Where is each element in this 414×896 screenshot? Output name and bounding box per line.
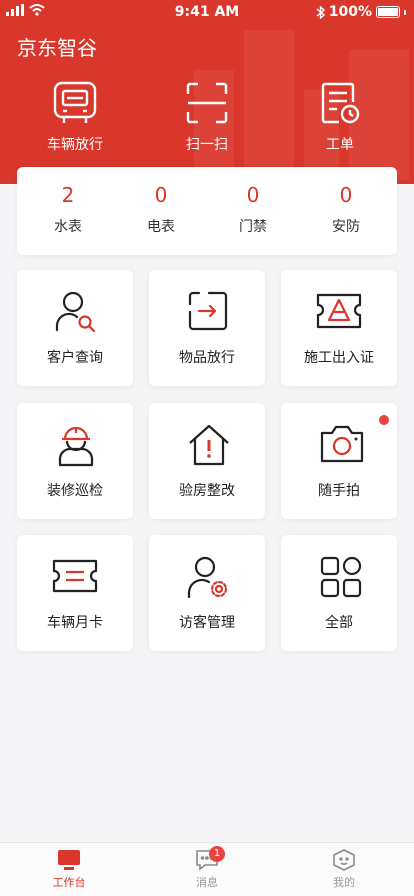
tab-label: 消息 (196, 876, 218, 889)
tile-label: 施工出入证 (304, 350, 374, 366)
vehicle-pass-icon (53, 81, 97, 123)
construction-pass-icon (316, 293, 362, 329)
tab-workbench[interactable]: 工作台 (29, 849, 109, 890)
tile-label: 车辆月卡 (47, 615, 103, 631)
tab-messages[interactable]: 1 消息 (167, 846, 247, 890)
tab-label: 工作台 (52, 876, 86, 889)
tile-customer-search[interactable]: 客户查询 (17, 270, 133, 386)
tile-label: 访客管理 (179, 615, 235, 631)
quick-action-vehicle-pass[interactable]: 车辆放行 (25, 80, 125, 154)
meter-count: 0 (339, 183, 353, 207)
meter-label: 电表 (147, 219, 175, 235)
battery-percent: 100% (328, 4, 372, 20)
meter-label: 安防 (332, 219, 360, 235)
profile-icon (333, 849, 355, 871)
tile-all[interactable]: 全部 (281, 535, 397, 651)
camera-icon (320, 425, 364, 463)
tile-visitor-manage[interactable]: 访客管理 (149, 535, 265, 651)
tab-bar: 工作台 1 消息 我的 (0, 842, 414, 896)
quick-actions: 车辆放行 扫一扫 工单 (0, 80, 414, 160)
tile-label: 物品放行 (179, 350, 235, 366)
notification-dot (379, 415, 389, 425)
message-badge: 1 (209, 846, 225, 862)
tile-construction-pass[interactable]: 施工出入证 (281, 270, 397, 386)
meter-item-access[interactable]: 0 门禁 (208, 183, 298, 236)
decoration-inspection-icon (58, 426, 94, 467)
tile-label: 验房整改 (179, 483, 235, 499)
header: 9:41 AM 100% 京东智谷 车辆放行 扫一扫 工单 (0, 0, 414, 184)
quick-action-scan[interactable]: 扫一扫 (157, 80, 257, 154)
meter-count: 0 (246, 183, 260, 207)
house-inspection-icon (189, 424, 229, 466)
tile-label: 装修巡检 (47, 483, 103, 499)
tile-house-inspection[interactable]: 验房整改 (149, 403, 265, 519)
quick-action-work-order[interactable]: 工单 (290, 80, 390, 154)
all-apps-icon (320, 556, 362, 598)
tab-label: 我的 (333, 876, 355, 889)
tile-decoration-inspection[interactable]: 装修巡检 (17, 403, 133, 519)
quick-action-label: 工单 (326, 137, 354, 153)
app-title: 京东智谷 (17, 36, 97, 60)
meter-item-electric[interactable]: 0 电表 (116, 183, 206, 236)
customer-search-icon (55, 291, 96, 332)
tile-snapshot[interactable]: 随手拍 (281, 403, 397, 519)
meter-item-water[interactable]: 2 水表 (23, 183, 113, 236)
meter-count: 0 (154, 183, 168, 207)
work-order-icon (321, 82, 360, 124)
tile-label: 全部 (325, 615, 353, 631)
meter-count: 2 (61, 183, 75, 207)
meter-summary-card: 2 水表 0 电表 0 门禁 0 安防 (17, 167, 397, 255)
workbench-icon (58, 850, 80, 870)
battery-icon (376, 6, 400, 18)
scan-icon (186, 82, 228, 124)
quick-action-label: 车辆放行 (47, 137, 103, 153)
tile-label: 客户查询 (47, 350, 103, 366)
quick-action-label: 扫一扫 (186, 137, 228, 153)
tab-profile[interactable]: 我的 (304, 849, 384, 890)
status-bar: 9:41 AM 100% (0, 0, 414, 24)
visitor-manage-icon (187, 556, 228, 599)
tile-label: 随手拍 (318, 483, 360, 499)
meter-label: 门禁 (239, 219, 267, 235)
item-release-icon (188, 291, 228, 331)
tile-item-release[interactable]: 物品放行 (149, 270, 265, 386)
meter-item-security[interactable]: 0 安防 (301, 183, 391, 236)
meter-label: 水表 (54, 219, 82, 235)
tile-monthly-card[interactable]: 车辆月卡 (17, 535, 133, 651)
bluetooth-icon (316, 5, 325, 19)
monthly-card-icon (52, 559, 98, 593)
